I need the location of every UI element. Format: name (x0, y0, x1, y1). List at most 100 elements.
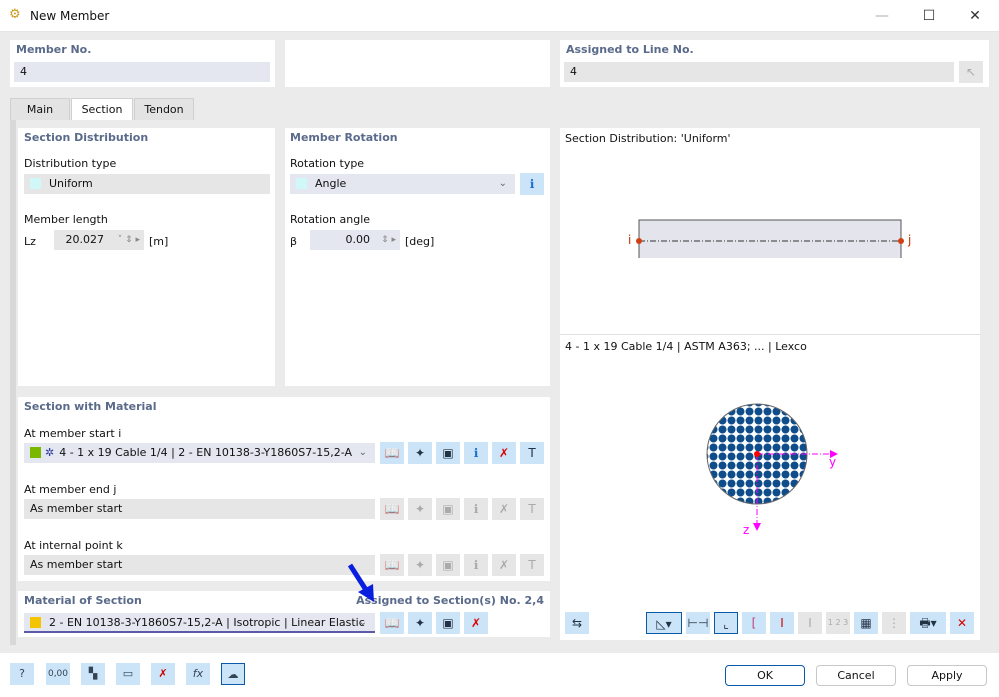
pick-icon[interactable]: ✗ (151, 663, 175, 685)
length-symbol: Lz (24, 235, 36, 248)
section-with-material-title: Section with Material (24, 400, 157, 413)
preview-panel: Section Distribution: 'Uniform' i j 4 - … (560, 128, 980, 640)
node-j-label: j (908, 233, 912, 247)
rotation-type-value: Angle (315, 177, 347, 190)
rotation-angle-label: Rotation angle (290, 213, 371, 226)
section-distribution-title: Section Distribution (24, 131, 149, 144)
material-of-section-title: Material of Section (24, 594, 142, 607)
formula-icon[interactable]: fx (186, 663, 210, 685)
window-title: New Member (30, 9, 110, 23)
close-button[interactable]: ✕ (955, 4, 995, 28)
new-section-icon: ✦ (408, 498, 432, 520)
grid-icon[interactable]: ▦ (854, 612, 878, 634)
pick-line-icon[interactable]: ↖ (959, 61, 983, 83)
beta-symbol: β (290, 235, 298, 248)
edit-material-icon[interactable]: ▣ (436, 612, 460, 634)
minimize-button[interactable]: — (862, 4, 902, 28)
member-no-label: Member No. (16, 43, 92, 56)
numbering-icon: 1 2 3 (826, 612, 850, 634)
member-end-label: At member end j (24, 483, 117, 496)
member-length-input[interactable]: 20.027 ˅ ⇕ ▸ (54, 230, 144, 250)
ok-button[interactable]: OK (725, 665, 805, 686)
assigned-line-panel: Assigned to Line No. 4 ↖ (560, 40, 989, 87)
shear-center-icon[interactable]: [ (742, 612, 766, 634)
distribution-type-label: Distribution type (24, 157, 117, 170)
display-mode-icon[interactable]: ◺▾ (646, 612, 682, 634)
apply-button[interactable]: Apply (907, 665, 987, 686)
assigned-sections-label: Assigned to Section(s) No. 2,4 (356, 594, 544, 607)
section-type-icon[interactable]: T (520, 442, 544, 464)
blank-panel (285, 40, 550, 87)
internal-point-section-field[interactable]: As member start (24, 555, 375, 575)
edit-section-icon: ▣ (436, 554, 460, 576)
node-i-label: i (628, 233, 632, 247)
section-with-material-panel: Section with Material At member start i … (18, 397, 550, 581)
tab-main[interactable]: Main (10, 98, 70, 120)
tab-tendon[interactable]: Tendon (134, 98, 194, 120)
member-bar (638, 219, 902, 258)
distribution-type-field[interactable]: Uniform (24, 174, 270, 194)
z-axis-label: z (743, 523, 750, 537)
library-icon[interactable]: 📖 (380, 442, 404, 464)
units-icon[interactable]: 0,00 (46, 663, 70, 685)
tab-section[interactable]: Section (71, 98, 133, 120)
cable-section-icon: ✲ (45, 446, 55, 459)
distribution-preview-title: Section Distribution: 'Uniform' (565, 132, 731, 145)
member-rotation-panel: Member Rotation Rotation type Angle ⌄ ℹ R… (285, 128, 550, 386)
new-section-icon[interactable]: ✦ (408, 442, 432, 464)
member-end-section-field[interactable]: As member start (24, 499, 375, 519)
member-rotation-title: Member Rotation (290, 131, 398, 144)
member-diagram (636, 219, 904, 258)
assigned-line-input[interactable]: 4 (564, 62, 954, 82)
cancel-button[interactable]: Cancel (816, 665, 896, 686)
assigned-line-label: Assigned to Line No. (566, 43, 694, 56)
section-icon: I (798, 612, 822, 634)
material-swatch (30, 617, 41, 628)
colors-icon[interactable]: ▚ (81, 663, 105, 685)
node-i-marker (636, 238, 642, 244)
dimension-icon[interactable]: ⊢⊣ (686, 612, 710, 634)
edit-section-icon[interactable]: ▣ (436, 442, 460, 464)
new-material-icon[interactable]: ✦ (408, 612, 432, 634)
member-start-section-select[interactable]: ✲ 4 - 1 x 19 Cable 1/4 | 2 - EN 10138-3-Y… (24, 443, 375, 463)
sync-view-icon[interactable]: ⇆ (565, 612, 589, 634)
stress-points-icon[interactable]: I (770, 612, 794, 634)
axes-icon[interactable]: ⌞ (714, 612, 738, 634)
material-select[interactable]: 2 - EN 10138-3-Y1860S7-15,2-A | Isotropi… (24, 613, 375, 633)
distribution-type-value: Uniform (49, 177, 93, 190)
print-icon[interactable]: 🖶▾ (910, 612, 946, 634)
spinner-icon[interactable]: ˅ ⇕ ▸ (118, 230, 140, 250)
material-of-section-panel: Material of Section Assigned to Section(… (18, 591, 550, 637)
node-j-marker (898, 238, 904, 244)
title-bar: ⚙ New Member — ☐ ✕ (0, 0, 999, 32)
section-preview-title: 4 - 1 x 19 Cable 1/4 | ASTM A363; ... | … (565, 340, 807, 353)
chevron-down-icon: ⌄ (358, 617, 367, 628)
chevron-down-icon: ⌄ (358, 447, 367, 458)
member-start-section-value: 4 - 1 x 19 Cable 1/4 | 2 - EN 10138-3-Y1… (59, 446, 352, 459)
rotation-angle-input[interactable]: 0.00 ⇕ ▸ (310, 230, 400, 250)
view-icon[interactable]: ▭ (116, 663, 140, 685)
chevron-down-icon: ⌄ (498, 178, 507, 189)
pick-delete-icon[interactable]: ✗ (492, 442, 516, 464)
library-icon[interactable]: 📖 (380, 612, 404, 634)
member-no-input[interactable]: 4 (14, 62, 270, 82)
info-icon[interactable]: ℹ (520, 173, 544, 195)
section-type-icon: T (520, 554, 544, 576)
rotation-type-label: Rotation type (290, 157, 365, 170)
reset-view-icon[interactable]: ✕ (950, 612, 974, 634)
info-icon: ℹ (464, 554, 488, 576)
preview-divider (560, 334, 980, 335)
app-icon: ⚙ (9, 7, 21, 22)
info-icon[interactable]: ℹ (464, 442, 488, 464)
new-section-icon: ✦ (408, 554, 432, 576)
maximize-button[interactable]: ☐ (909, 4, 949, 28)
pick-delete-icon[interactable]: ✗ (464, 612, 488, 634)
ai-assistant-icon[interactable]: ☁ (221, 663, 245, 685)
centroid-marker (754, 451, 760, 457)
material-value: 2 - EN 10138-3-Y1860S7-15,2-A | Isotropi… (49, 616, 365, 629)
info-icon: ℹ (464, 498, 488, 520)
internal-point-label: At internal point k (24, 539, 123, 552)
help-icon[interactable]: ? (10, 663, 34, 685)
rotation-type-select[interactable]: Angle ⌄ (290, 174, 515, 194)
spinner-icon[interactable]: ⇕ ▸ (381, 230, 396, 250)
